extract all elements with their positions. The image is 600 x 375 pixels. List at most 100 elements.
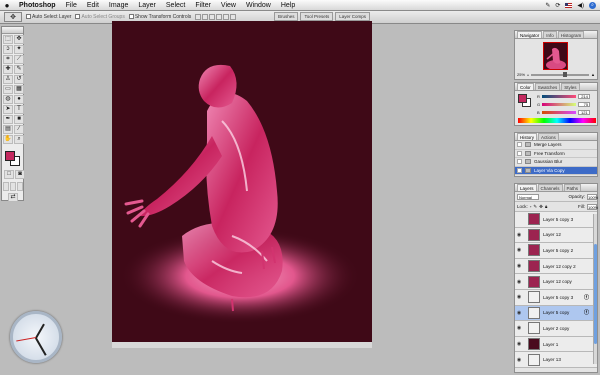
align-buttons[interactable] bbox=[195, 14, 237, 20]
visibility-eye-icon[interactable]: ◉ bbox=[515, 341, 523, 347]
auto-select-groups-checkbox[interactable]: Auto Select Groups bbox=[75, 14, 125, 20]
layer-row[interactable]: ◉ Layer 1 bbox=[515, 336, 597, 353]
fill-field[interactable]: 100% bbox=[587, 203, 598, 210]
layer-row[interactable]: ◉ Layer 12 bbox=[515, 227, 597, 244]
magic-wand-tool-icon[interactable]: ✦ bbox=[14, 45, 24, 54]
slider-b[interactable] bbox=[541, 110, 576, 114]
tab-actions[interactable]: Actions bbox=[538, 133, 559, 140]
visibility-eye-icon[interactable]: ◉ bbox=[515, 310, 523, 316]
history-item[interactable]: Gaussian Blur bbox=[515, 158, 597, 167]
layer-name[interactable]: Layer 5 copy 3 bbox=[543, 295, 584, 300]
color-spectrum-bar[interactable] bbox=[518, 118, 596, 123]
layer-row[interactable]: ◉ Layer 12 copy bbox=[515, 274, 597, 290]
slice-tool-icon[interactable]: ⟋ bbox=[14, 55, 24, 64]
menu-edit[interactable]: Edit bbox=[82, 2, 104, 9]
apple-icon[interactable]: ● bbox=[0, 1, 14, 10]
marquee-tool-icon[interactable]: ⬚ bbox=[3, 35, 13, 44]
menu-photoshop[interactable]: Photoshop bbox=[14, 2, 61, 9]
crop-tool-icon[interactable]: ⌗ bbox=[3, 55, 13, 64]
visibility-eye-icon[interactable]: ◉ bbox=[515, 232, 523, 238]
menu-file[interactable]: File bbox=[61, 2, 82, 9]
menu-image[interactable]: Image bbox=[104, 2, 133, 9]
layer-effects-icon[interactable]: ⓕ bbox=[584, 294, 590, 301]
jump-to-imageready-icon[interactable]: ⇄ bbox=[8, 193, 18, 202]
well-tab-brushes[interactable]: Brushes bbox=[273, 12, 299, 21]
lock-all-icon[interactable]: 🔒︎ bbox=[545, 204, 547, 209]
menu-select[interactable]: Select bbox=[161, 2, 190, 9]
layer-row[interactable]: ◉ Layer 5 copy 2 bbox=[515, 243, 597, 259]
zoom-tool-icon[interactable]: ⌕ bbox=[14, 135, 24, 144]
tab-channels[interactable]: Channels bbox=[537, 184, 563, 191]
history-item-selected[interactable]: Layer Via Copy bbox=[515, 166, 597, 175]
layer-name[interactable]: Layer 12 copy bbox=[543, 279, 584, 284]
screen-mode-full-menu-icon[interactable] bbox=[10, 182, 16, 191]
layer-name[interactable]: Layer 2 copy bbox=[543, 326, 584, 331]
layer-row[interactable]: ◉ Layer 12 copy 2 bbox=[515, 258, 597, 275]
menu-view[interactable]: View bbox=[216, 2, 241, 9]
well-tab-tool-presets[interactable]: Tool Presets bbox=[300, 12, 334, 21]
lock-pixels-icon[interactable]: ✎ bbox=[533, 204, 537, 210]
history-item[interactable]: Merge Layers bbox=[515, 141, 597, 150]
history-brush-tool-icon[interactable]: ↺ bbox=[14, 75, 24, 84]
menu-filter[interactable]: Filter bbox=[190, 2, 216, 9]
quick-mask-icon[interactable]: ◙ bbox=[15, 170, 25, 179]
screen-mode-full-icon[interactable] bbox=[17, 182, 23, 191]
zoom-slider[interactable] bbox=[531, 71, 590, 77]
tab-styles[interactable]: Styles bbox=[561, 83, 580, 90]
tab-navigator[interactable]: Navigator bbox=[517, 31, 543, 38]
gradient-tool-icon[interactable]: ▦ bbox=[14, 85, 24, 94]
slider-r[interactable] bbox=[541, 94, 576, 98]
visibility-eye-icon[interactable]: ◉ bbox=[515, 357, 523, 363]
color-fg-swatch[interactable] bbox=[518, 94, 527, 103]
lock-transparency-icon[interactable]: ▫ bbox=[530, 204, 532, 209]
lock-position-icon[interactable]: ✥ bbox=[539, 204, 543, 210]
visibility-eye-icon[interactable]: ◉ bbox=[515, 263, 523, 269]
hand-tool-icon[interactable]: ✋ bbox=[3, 135, 13, 144]
lasso-tool-icon[interactable]: ↄ bbox=[3, 45, 13, 54]
notes-tool-icon[interactable]: ▤ bbox=[3, 125, 13, 134]
layer-row[interactable]: ◉ Layer 5 copy 3 ⓕ bbox=[515, 289, 597, 306]
navigator-thumbnail[interactable] bbox=[543, 42, 568, 70]
eyedropper-tool-icon[interactable]: ⁄ bbox=[14, 125, 24, 134]
well-tab-layer-comps[interactable]: Layer Comps bbox=[335, 12, 370, 21]
layer-name[interactable]: Layer 5 copy 3 bbox=[543, 217, 584, 222]
layer-name[interactable]: Layer 5 copy 2 bbox=[543, 248, 584, 253]
visibility-eye-icon[interactable]: ◉ bbox=[515, 325, 523, 331]
value-g[interactable]: 75 bbox=[578, 101, 591, 107]
value-b[interactable]: 121 bbox=[577, 109, 590, 115]
move-tool-preset-icon[interactable]: ✥ bbox=[4, 12, 22, 22]
path-selection-tool-icon[interactable]: ➤ bbox=[3, 105, 13, 114]
move-tool-icon[interactable]: ✥ bbox=[14, 35, 24, 44]
layer-effects-icon[interactable]: ⓕ bbox=[584, 309, 590, 316]
eraser-tool-icon[interactable]: ▭ bbox=[3, 85, 13, 94]
menu-help[interactable]: Help bbox=[276, 2, 300, 9]
layer-row[interactable]: Layer 5 copy 3 bbox=[515, 212, 597, 228]
layer-name[interactable]: Layer 1 bbox=[543, 342, 584, 347]
layers-scrollbar[interactable] bbox=[593, 214, 597, 364]
scripts-icon[interactable]: ✎ bbox=[545, 2, 550, 9]
healing-brush-tool-icon[interactable]: ✚ bbox=[3, 65, 13, 74]
screen-mode-standard-icon[interactable] bbox=[3, 182, 9, 191]
flag-us-icon[interactable] bbox=[565, 3, 573, 8]
pen-tool-icon[interactable]: ✒ bbox=[3, 115, 13, 124]
auto-select-layer-checkbox[interactable]: Auto Select Layer bbox=[26, 14, 71, 20]
blur-tool-icon[interactable]: ◍ bbox=[3, 95, 13, 104]
toolbox-titlebar[interactable] bbox=[2, 27, 23, 34]
tab-history[interactable]: History bbox=[517, 133, 538, 140]
visibility-eye-icon[interactable]: ◉ bbox=[515, 247, 523, 253]
tab-paths[interactable]: Paths bbox=[563, 184, 582, 191]
menu-layer[interactable]: Layer bbox=[133, 2, 161, 9]
layer-name[interactable]: Layer 12 bbox=[543, 232, 584, 237]
brush-tool-icon[interactable]: ✎ bbox=[14, 65, 24, 74]
standard-mode-icon[interactable]: □ bbox=[4, 170, 14, 179]
zoom-value[interactable]: 25% bbox=[517, 72, 525, 77]
menu-window[interactable]: Window bbox=[241, 2, 276, 9]
tab-swatches[interactable]: Swatches bbox=[534, 83, 561, 90]
layer-row[interactable]: ◉ Layer 2 copy bbox=[515, 321, 597, 337]
visibility-eye-icon[interactable]: ◉ bbox=[515, 294, 523, 300]
visibility-eye-icon[interactable]: ◉ bbox=[515, 279, 523, 285]
sync-icon[interactable]: ⟳ bbox=[555, 2, 560, 9]
zoom-in-icon[interactable]: ▲ bbox=[591, 72, 595, 77]
value-r[interactable]: 214 bbox=[577, 93, 590, 99]
history-item[interactable]: Free Transform bbox=[515, 150, 597, 158]
